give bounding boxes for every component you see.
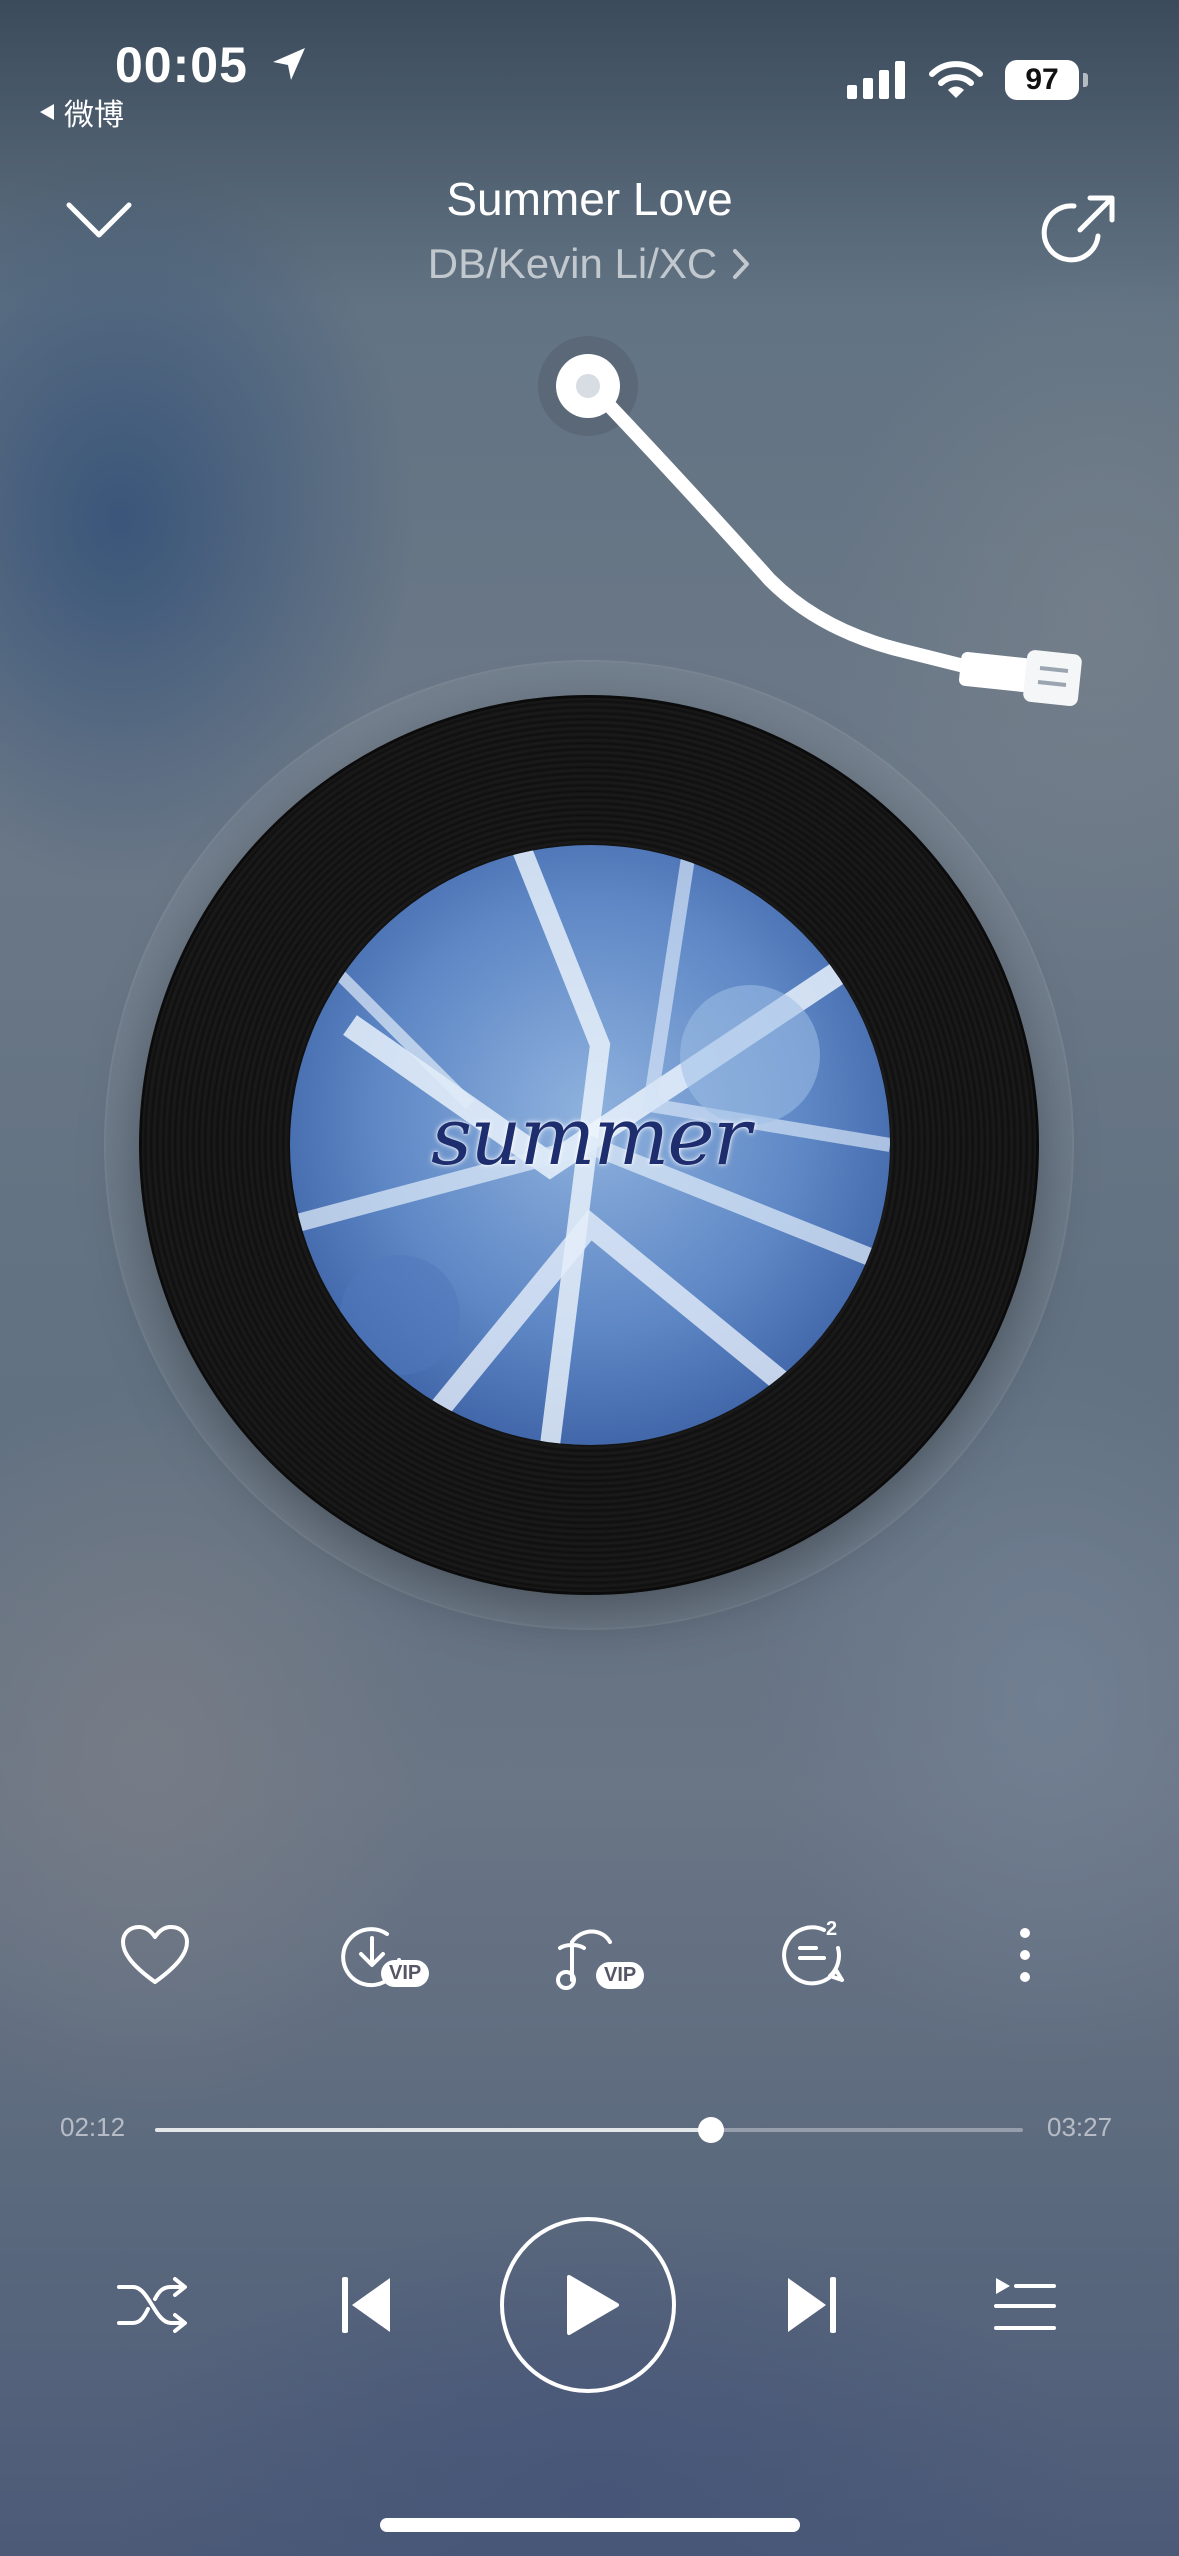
progress-thumb[interactable] [697,2117,724,2143]
progress-slider[interactable] [155,2117,1023,2143]
next-icon [787,2277,836,2333]
back-to-app-button[interactable]: 微博 [38,90,124,134]
play-icon [567,2275,619,2335]
more-vertical-icon [1020,1928,1030,1982]
previous-button[interactable] [330,2270,405,2340]
album-cover-title: summer [431,1090,751,1183]
back-app-label: 微博 [64,99,124,132]
like-button[interactable] [110,1910,200,2000]
wifi-icon [929,61,983,98]
status-indicators: 97 [847,60,1088,100]
progress-fill [155,2128,711,2132]
battery-indicator: 97 [1005,60,1088,100]
more-options-button[interactable] [1000,1910,1050,2000]
comments-button[interactable]: 2 [770,1910,860,2000]
next-button[interactable] [772,2270,847,2340]
location-arrow-icon [272,48,305,80]
battery-level: 97 [1025,63,1059,96]
clock-text: 00:05 [115,37,248,93]
cellular-signal-icon [847,61,905,99]
back-triangle-icon [40,104,54,120]
total-time: 03:27 [1047,2112,1113,2142]
comment-icon [782,1925,844,1986]
previous-icon [341,2277,390,2333]
tonearm-graphic [538,336,1082,706]
artist-name: DB/Kevin Li/XC [427,240,718,287]
status-time: 00:05 [115,36,309,94]
home-indicator [380,2518,800,2532]
current-time: 02:12 [60,2112,126,2142]
vip-badge: VIP [381,1960,430,1987]
shuffle-icon [116,2277,187,2333]
comment-count: 2 [826,1918,838,1940]
play-button[interactable] [500,2217,676,2393]
vip-badge: VIP [596,1962,645,1989]
playlist-icon [994,2278,1056,2330]
playlist-button[interactable] [985,2270,1065,2340]
sound-effect-button[interactable]: VIP [550,1910,660,2000]
share-icon[interactable] [1040,190,1120,270]
shuffle-button[interactable] [110,2265,195,2345]
chevron-right-icon [733,249,750,279]
heart-icon [121,1925,189,1984]
download-button[interactable]: VIP [335,1910,445,2000]
song-title: Summer Love [446,173,733,225]
artist-link[interactable]: DB/Kevin Li/XC [0,240,1179,288]
